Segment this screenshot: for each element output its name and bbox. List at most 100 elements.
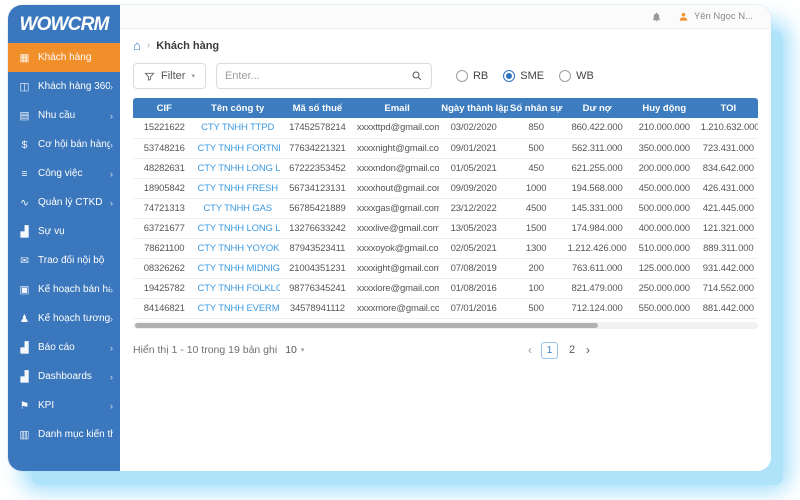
notification-bell-icon[interactable] (651, 11, 662, 23)
sales-dollar-icon: $ (18, 139, 31, 151)
filter-button[interactable]: Filter ▾ (133, 63, 206, 89)
table-cell: xxxxttpd@gmail.com (355, 118, 439, 138)
table-row: 78621100CTY TNHH YOYOK87943523411xxxxoyo… (133, 238, 758, 258)
customers-table: CIFTên công tyMã số thuếEmailNgày thành … (133, 98, 758, 319)
radio-sme[interactable]: SME (503, 70, 544, 82)
table-cell: 712.124.000 (564, 298, 630, 318)
table-cell: 881.442.000 (699, 298, 758, 318)
sidebar-item-su-vu[interactable]: ▟Sự vụ (8, 217, 120, 246)
page-size-select[interactable]: 10 ▾ (285, 344, 304, 356)
sidebar-item-label: Danh mục kiến thức (38, 429, 113, 440)
column-header: Mã số thuế (280, 98, 355, 118)
table-cell: 450.000.000 (630, 178, 699, 198)
radio-label: SME (520, 70, 544, 82)
company-name-link[interactable]: CTY TNHH LONG LONDON (196, 158, 280, 178)
funnel-icon (144, 71, 155, 82)
sidebar-item-nhu-cau[interactable]: ▤Nhu cầu› (8, 101, 120, 130)
page-title: Khách hàng (156, 40, 219, 52)
horizontal-scrollbar[interactable] (133, 322, 758, 329)
table-row: 74721313CTY TNHH GAS56785421889xxxxgas@g… (133, 198, 758, 218)
table-cell: 931.442.000 (699, 258, 758, 278)
sidebar-item-khach-hang-360[interactable]: ◫Khách hàng 360› (8, 72, 120, 101)
table-row: 15221622CTY TNHH TTPD17452578214xxxxttpd… (133, 118, 758, 138)
sidebar-item-co-hoi-ban-hang[interactable]: $Cơ hội bán hàng› (8, 130, 120, 159)
sidebar-item-danh-muc-kien-thuc[interactable]: ▥Danh mục kiến thức (8, 420, 120, 449)
chevron-right-icon: › (110, 343, 113, 353)
scrollbar-thumb[interactable] (135, 323, 598, 328)
table-cell: 21004351231 (280, 258, 355, 278)
table-cell: 08326262 (133, 258, 196, 278)
chevron-right-icon: › (110, 285, 113, 295)
table-cell: 834.642.000 (699, 158, 758, 178)
table-cell: 09/01/2021 (439, 138, 508, 158)
sidebar-item-trao-doi-noi-bo[interactable]: ✉Trao đổi nội bộ (8, 246, 120, 275)
table-cell: 250.000.000 (630, 278, 699, 298)
column-header: Số nhân sự (508, 98, 564, 118)
radio-wb[interactable]: WB (559, 70, 594, 82)
table-cell: 98776345241 (280, 278, 355, 298)
calendar-plan-icon: ▣ (18, 284, 31, 296)
line-chart-icon: ∿ (18, 197, 31, 209)
user-name: Yên Ngọc N... (694, 11, 753, 22)
table-cell: 34578941112 (280, 298, 355, 318)
table-cell: 850 (508, 118, 564, 138)
table-cell: 194.568.000 (564, 178, 630, 198)
next-page-button[interactable]: › (586, 343, 590, 357)
table-cell: 1300 (508, 238, 564, 258)
sidebar-item-dashboards[interactable]: ▟Dashboards› (8, 362, 120, 391)
radio-circle-icon (559, 70, 571, 82)
table-cell: 174.984.000 (564, 218, 630, 238)
radio-label: RB (473, 70, 488, 82)
table-cell: 13/05/2023 (439, 218, 508, 238)
table-cell: 125.000.000 (630, 258, 699, 278)
sidebar: WOWCRM ▦Khách hàng◫Khách hàng 360›▤Nhu c… (8, 5, 120, 471)
sidebar-item-label: Dashboards (38, 371, 110, 382)
sidebar-nav: ▦Khách hàng◫Khách hàng 360›▤Nhu cầu›$Cơ … (8, 43, 120, 471)
sidebar-item-ke-hoach-tuong-tac[interactable]: ♟Kế hoạch tương tác› (8, 304, 120, 333)
radio-label: WB (576, 70, 594, 82)
table-cell: 210.000.000 (630, 118, 699, 138)
radio-rb[interactable]: RB (456, 70, 488, 82)
table-cell: 53748216 (133, 138, 196, 158)
table-cell: 121.321.000 (699, 218, 758, 238)
sidebar-item-khach-hang[interactable]: ▦Khách hàng (8, 43, 120, 72)
company-name-link[interactable]: CTY TNHH YOYOK (196, 238, 280, 258)
company-name-link[interactable]: CTY TNHH FORTNIGHT (196, 138, 280, 158)
table-row: 53748216CTY TNHH FORTNIGHT77634221321xxx… (133, 138, 758, 158)
user-menu[interactable]: Yên Ngọc N... (678, 11, 753, 22)
company-name-link[interactable]: CTY TNHH MIDNIGHT (196, 258, 280, 278)
tasks-list-icon: ≡ (18, 168, 31, 180)
company-name-link[interactable]: CTY TNHH LONG LIVE (196, 218, 280, 238)
prev-page-button[interactable]: ‹ (528, 343, 532, 357)
column-header: TOI (699, 98, 758, 118)
chevron-down-icon: ▾ (301, 346, 305, 354)
sidebar-item-label: Báo cáo (38, 342, 110, 353)
sidebar-item-label: Khách hàng 360 (38, 81, 110, 92)
company-name-link[interactable]: CTY TNHH EVERMORE (196, 298, 280, 318)
company-name-link[interactable]: CTY TNHH FRESH OUT (196, 178, 280, 198)
sidebar-item-label: Nhu cầu (38, 110, 110, 121)
company-name-link[interactable]: CTY TNHH FOLKLORE (196, 278, 280, 298)
table-row: 19425782CTY TNHH FOLKLORE98776345241xxxx… (133, 278, 758, 298)
sidebar-item-kpi[interactable]: ⚑KPI› (8, 391, 120, 420)
table-cell: xxxxmore@gmail.com (355, 298, 439, 318)
sidebar-item-bao-cao[interactable]: ▟Báo cáo› (8, 333, 120, 362)
company-name-link[interactable]: CTY TNHH GAS (196, 198, 280, 218)
table-cell: 821.479.000 (564, 278, 630, 298)
table-cell: 01/08/2016 (439, 278, 508, 298)
envelope-icon: ✉ (18, 255, 31, 267)
home-icon[interactable]: ⌂ (133, 39, 141, 52)
table-row: 08326262CTY TNHH MIDNIGHT21004351231xxxx… (133, 258, 758, 278)
sidebar-item-ke-hoach-ban-hang[interactable]: ▣Kế hoạch bán hàng› (8, 275, 120, 304)
table-cell: 67222353452 (280, 158, 355, 178)
sidebar-item-quan-ly-ctkd[interactable]: ∿Quản lý CTKD› (8, 188, 120, 217)
search-input[interactable] (225, 70, 411, 82)
table-cell: xxxxoyok@gmail.com (355, 238, 439, 258)
page-button-1[interactable]: 1 (541, 342, 558, 359)
page-button-2[interactable]: 2 (567, 344, 577, 356)
table-cell: 723.431.000 (699, 138, 758, 158)
company-name-link[interactable]: CTY TNHH TTPD (196, 118, 280, 138)
table-cell: 13276633242 (280, 218, 355, 238)
breadcrumb-separator: › (147, 40, 150, 51)
sidebar-item-cong-viec[interactable]: ≡Công việc› (8, 159, 120, 188)
